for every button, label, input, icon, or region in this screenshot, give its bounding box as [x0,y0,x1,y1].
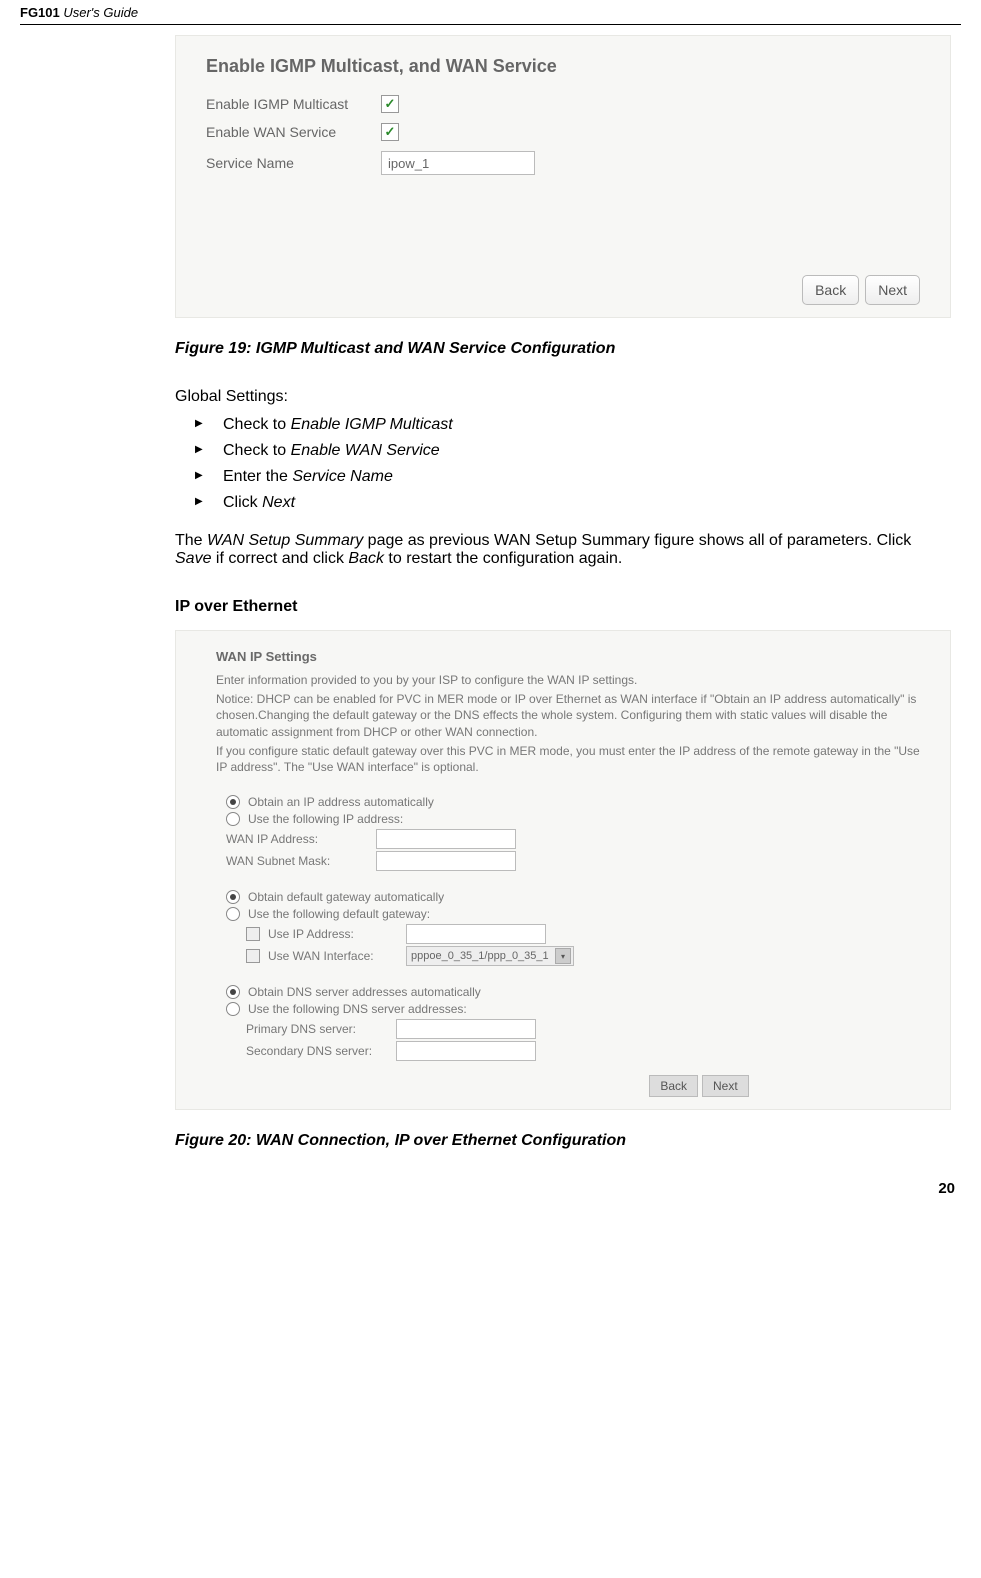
panel2-intro-3: If you configure static default gateway … [216,743,922,775]
dns-manual-label: Use the following DNS server addresses: [248,1002,467,1016]
list-item: Check to Enable WAN Service [195,442,951,460]
header-suffix: User's Guide [60,5,138,20]
wan-ip-address-label: WAN IP Address: [226,832,376,846]
secondary-dns-label: Secondary DNS server: [246,1044,396,1058]
panel2-next-button[interactable]: Next [702,1075,749,1097]
bullet-list: Check to Enable IGMP Multicast Check to … [195,416,951,512]
figure-20-caption: Figure 20: WAN Connection, IP over Ether… [175,1132,951,1150]
secondary-dns-input[interactable] [396,1041,536,1061]
next-button[interactable]: Next [865,275,920,305]
paragraph-wan-summary: The WAN Setup Summary page as previous W… [175,532,951,568]
gw-auto-radio[interactable] [226,890,240,904]
doc-header: FG101 User's Guide [20,0,961,25]
back-button[interactable]: Back [802,275,859,305]
use-wan-interface-label: Use WAN Interface: [268,949,398,963]
header-product: FG101 [20,5,60,20]
ip-manual-label: Use the following IP address: [248,812,403,826]
wan-ip-address-input[interactable] [376,829,516,849]
list-item: Check to Enable IGMP Multicast [195,416,951,434]
use-ip-address-input[interactable] [406,924,546,944]
use-wan-interface-checkbox[interactable] [246,949,260,963]
panel2-intro-2: Notice: DHCP can be enabled for PVC in M… [216,691,922,740]
igmp-label: Enable IGMP Multicast [206,96,381,112]
wan-subnet-mask-label: WAN Subnet Mask: [226,854,376,868]
service-name-input[interactable]: ipow_1 [381,151,535,175]
ip-auto-label: Obtain an IP address automatically [248,795,434,809]
wan-interface-value: pppoe_0_35_1/ppp_0_35_1 [411,950,549,962]
panel2-intro-1: Enter information provided to you by you… [216,672,922,688]
igmp-wan-panel: Enable IGMP Multicast, and WAN Service E… [175,35,951,318]
wan-service-label: Enable WAN Service [206,124,381,140]
gw-manual-radio[interactable] [226,907,240,921]
global-settings-heading: Global Settings: [175,388,951,406]
use-wan-interface-select[interactable]: pppoe_0_35_1/ppp_0_35_1 ▾ [406,946,574,966]
primary-dns-label: Primary DNS server: [246,1022,396,1036]
wan-ip-settings-panel: WAN IP Settings Enter information provid… [175,630,951,1110]
list-item: Click Next [195,494,951,512]
figure-19-caption: Figure 19: IGMP Multicast and WAN Servic… [175,340,951,358]
ip-over-ethernet-heading: IP over Ethernet [175,598,951,616]
use-ip-address-checkbox[interactable] [246,927,260,941]
dns-auto-radio[interactable] [226,985,240,999]
service-name-label: Service Name [206,155,381,171]
igmp-checkbox[interactable]: ✓ [381,95,399,113]
wan-subnet-mask-input[interactable] [376,851,516,871]
ip-manual-radio[interactable] [226,812,240,826]
ip-auto-radio[interactable] [226,795,240,809]
dns-auto-label: Obtain DNS server addresses automaticall… [248,985,481,999]
primary-dns-input[interactable] [396,1019,536,1039]
chevron-down-icon: ▾ [555,948,571,964]
page-number: 20 [20,1180,961,1197]
wan-service-checkbox[interactable]: ✓ [381,123,399,141]
panel2-title: WAN IP Settings [216,649,922,664]
list-item: Enter the Service Name [195,468,951,486]
use-ip-address-label: Use IP Address: [268,927,398,941]
panel1-title: Enable IGMP Multicast, and WAN Service [206,56,920,77]
gw-manual-label: Use the following default gateway: [248,907,430,921]
gw-auto-label: Obtain default gateway automatically [248,890,444,904]
dns-manual-radio[interactable] [226,1002,240,1016]
panel2-back-button[interactable]: Back [649,1075,698,1097]
